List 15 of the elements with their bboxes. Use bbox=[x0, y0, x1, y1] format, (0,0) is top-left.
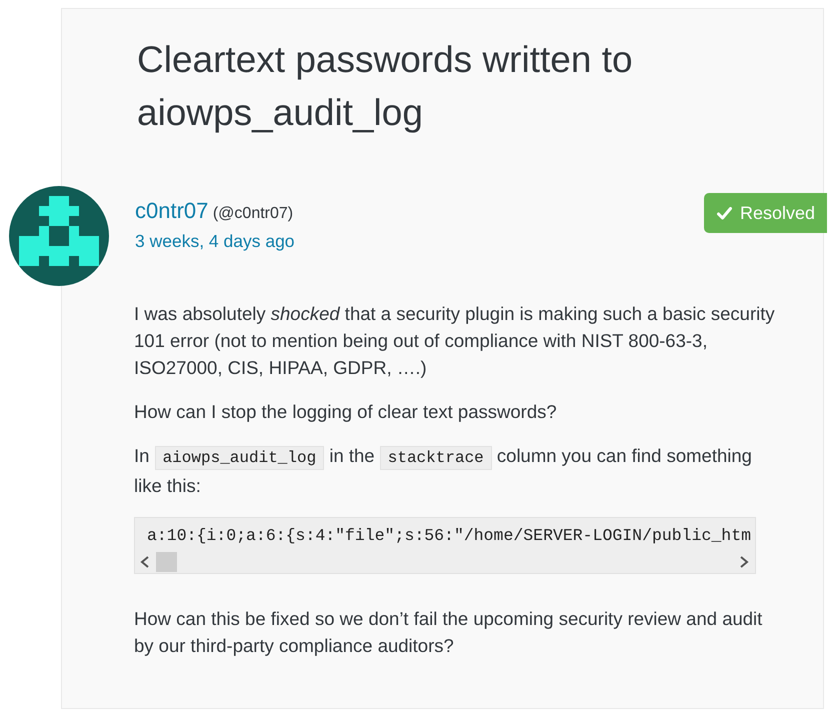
paragraph-text: How can this be fixed so we don’t fail the upcoming security review and audit by our third-party compliance auditors? bbox=[134, 607, 764, 658]
scrollbar-thumb[interactable] bbox=[156, 552, 177, 572]
chevron-right-icon[interactable] bbox=[739, 556, 749, 568]
author-username: (@c0ntr07) bbox=[212, 205, 294, 222]
paragraph-text: I was absolutely shocked that a security plugin is making such a basic security 101 error (not to mention being out of compliance with NIST 800-63-3, ISO27000, CIS, HIPAA, GDPR, ….) bbox=[134, 302, 776, 380]
status-label: Resolved bbox=[740, 202, 815, 224]
avatar-icon bbox=[9, 186, 109, 286]
paragraph-text: In aiowps_audit_log in the stacktrace column you can find something like this: bbox=[134, 444, 753, 498]
post-date-link[interactable]: 3 weeks, 4 days ago bbox=[135, 226, 295, 256]
author-name-link[interactable]: c0ntr07 bbox=[135, 198, 208, 223]
chevron-left-icon[interactable] bbox=[140, 556, 150, 568]
check-icon bbox=[716, 206, 732, 220]
topic-title: Cleartext passwords written to aiowps_audit_log bbox=[137, 38, 634, 135]
code-text: a:10:{i:0;a:6:{s:4:"file";s:56:"/home/SERVER-LOGIN/public_htm bbox=[146, 526, 751, 546]
paragraph-text: How can I stop the logging of clear text passwords? bbox=[134, 400, 558, 424]
